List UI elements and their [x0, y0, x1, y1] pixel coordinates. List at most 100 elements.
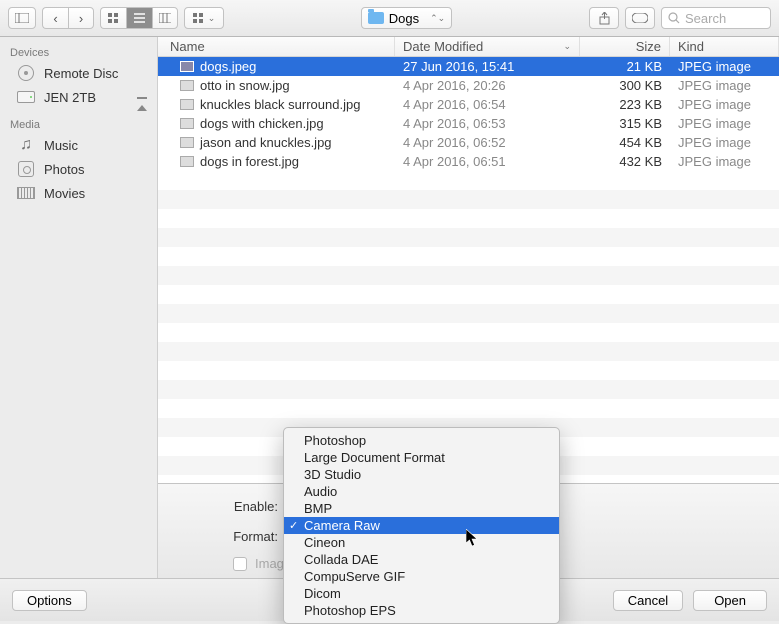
file-name: dogs in forest.jpg	[200, 154, 299, 169]
forward-button[interactable]: ›	[68, 7, 94, 29]
options-button[interactable]: Options	[12, 590, 87, 611]
check-icon: ✓	[289, 519, 298, 532]
format-option[interactable]: ✓Camera Raw	[284, 517, 559, 534]
chevron-right-icon: ›	[79, 11, 83, 26]
search-icon	[668, 12, 680, 24]
sidebar-item-label: Movies	[44, 186, 147, 201]
file-kind: JPEG image	[670, 59, 779, 74]
sidebar-item-label: Photos	[44, 162, 147, 177]
sidebar-header-media: Media	[0, 115, 157, 133]
column-date[interactable]: Date Modified⌄	[395, 37, 580, 56]
column-name[interactable]: Name	[158, 37, 395, 56]
file-name: dogs.jpeg	[200, 59, 256, 74]
column-header: Name Date Modified⌄ Size Kind	[158, 37, 779, 57]
file-size: 21 KB	[580, 59, 670, 74]
format-option[interactable]: Collada DAE	[284, 551, 559, 568]
sidebar-item-label: Remote Disc	[44, 66, 147, 81]
file-row[interactable]: dogs in forest.jpg 4 Apr 2016, 06:51432 K…	[158, 152, 779, 171]
image-sequence-checkbox[interactable]	[233, 557, 247, 571]
file-thumb-icon	[180, 137, 194, 148]
file-date: 4 Apr 2016, 06:54	[395, 97, 580, 112]
sidebar-item-music[interactable]: ♫ Music	[0, 133, 157, 157]
format-option[interactable]: Dicom	[284, 585, 559, 602]
format-option[interactable]: Audio	[284, 483, 559, 500]
sidebar-header-devices: Devices	[0, 43, 157, 61]
format-option[interactable]: CompuServe GIF	[284, 568, 559, 585]
sidebar-item-jen-2tb[interactable]: JEN 2TB	[0, 85, 157, 109]
chevron-down-icon: ⌄	[208, 13, 216, 24]
format-option[interactable]: 3D Studio	[284, 466, 559, 483]
file-kind: JPEG image	[670, 116, 779, 131]
path-name: Dogs	[389, 11, 419, 26]
share-button[interactable]	[589, 7, 619, 29]
file-size: 223 KB	[580, 97, 670, 112]
eject-icon[interactable]	[137, 90, 147, 105]
format-dropdown[interactable]: PhotoshopLarge Document Format3D StudioA…	[283, 427, 560, 624]
file-kind: JPEG image	[670, 97, 779, 112]
enable-label: Enable:	[228, 499, 278, 514]
toolbar: ‹ › ⌄ Dogs ⌃⌄ Search	[0, 0, 779, 37]
format-option[interactable]: Photoshop EPS	[284, 602, 559, 619]
file-name: otto in snow.jpg	[200, 78, 290, 93]
sidebar-item-remote-disc[interactable]: Remote Disc	[0, 61, 157, 85]
sidebar-toggle[interactable]	[8, 7, 36, 29]
sidebar-item-label: Music	[44, 138, 147, 153]
file-thumb-icon	[180, 156, 194, 167]
file-date: 4 Apr 2016, 06:51	[395, 154, 580, 169]
file-kind: JPEG image	[670, 78, 779, 93]
format-label: Format:	[228, 529, 278, 544]
file-thumb-icon	[180, 118, 194, 129]
tags-button[interactable]	[625, 7, 655, 29]
chevron-left-icon: ‹	[53, 11, 57, 26]
file-thumb-icon	[180, 80, 194, 91]
nav-buttons: ‹ ›	[42, 7, 94, 29]
cancel-button[interactable]: Cancel	[613, 590, 683, 611]
open-button[interactable]: Open	[693, 590, 767, 611]
search-field[interactable]: Search	[661, 7, 771, 29]
column-kind[interactable]: Kind	[670, 37, 779, 56]
format-option[interactable]: Cineon	[284, 534, 559, 551]
folder-icon	[368, 12, 384, 24]
music-icon: ♫	[16, 136, 36, 154]
column-size[interactable]: Size	[580, 37, 670, 56]
file-row[interactable]: dogs.jpeg 27 Jun 2016, 15:4121 KBJPEG ima…	[158, 57, 779, 76]
file-name: jason and knuckles.jpg	[200, 135, 332, 150]
file-size: 315 KB	[580, 116, 670, 131]
file-row[interactable]: otto in snow.jpg4 Apr 2016, 20:26300 KBJ…	[158, 76, 779, 95]
file-kind: JPEG image	[670, 154, 779, 169]
search-placeholder: Search	[685, 11, 726, 26]
list-view-button[interactable]	[126, 7, 152, 29]
file-date: 27 Jun 2016, 15:41	[395, 59, 580, 74]
file-date: 4 Apr 2016, 06:52	[395, 135, 580, 150]
arrange-menu-button[interactable]: ⌄	[184, 7, 224, 29]
format-option[interactable]: Photoshop	[284, 432, 559, 449]
file-date: 4 Apr 2016, 06:53	[395, 116, 580, 131]
sidebar-item-movies[interactable]: Movies	[0, 181, 157, 205]
view-mode-buttons	[100, 7, 178, 29]
sidebar-item-label: JEN 2TB	[44, 90, 129, 105]
chevron-updown-icon: ⌃⌄	[430, 13, 445, 24]
file-thumb-icon	[180, 99, 194, 110]
format-option[interactable]: Large Document Format	[284, 449, 559, 466]
file-thumb-icon	[180, 61, 194, 72]
film-icon	[16, 184, 36, 202]
sidebar: Devices Remote Disc JEN 2TB Media ♫ Musi…	[0, 37, 158, 578]
disc-icon	[16, 64, 36, 82]
file-row[interactable]: dogs with chicken.jpg 4 Apr 2016, 06:5331…	[158, 114, 779, 133]
file-name: dogs with chicken.jpg	[200, 116, 324, 131]
file-name: knuckles black surround.jpg	[200, 97, 360, 112]
file-size: 454 KB	[580, 135, 670, 150]
file-kind: JPEG image	[670, 135, 779, 150]
file-size: 432 KB	[580, 154, 670, 169]
file-date: 4 Apr 2016, 20:26	[395, 78, 580, 93]
back-button[interactable]: ‹	[42, 7, 68, 29]
icon-view-button[interactable]	[100, 7, 126, 29]
file-row[interactable]: knuckles black surround.jpg 4 Apr 2016, 0…	[158, 95, 779, 114]
file-list[interactable]: dogs.jpeg27 Jun 2016, 15:4121 KBJPEG ima…	[158, 57, 779, 483]
path-popup[interactable]: Dogs ⌃⌄	[361, 7, 452, 29]
file-row[interactable]: jason and knuckles.jpg 4 Apr 2016, 06:524…	[158, 133, 779, 152]
sidebar-item-photos[interactable]: Photos	[0, 157, 157, 181]
photos-icon	[16, 160, 36, 178]
format-option[interactable]: BMP	[284, 500, 559, 517]
column-view-button[interactable]	[152, 7, 178, 29]
